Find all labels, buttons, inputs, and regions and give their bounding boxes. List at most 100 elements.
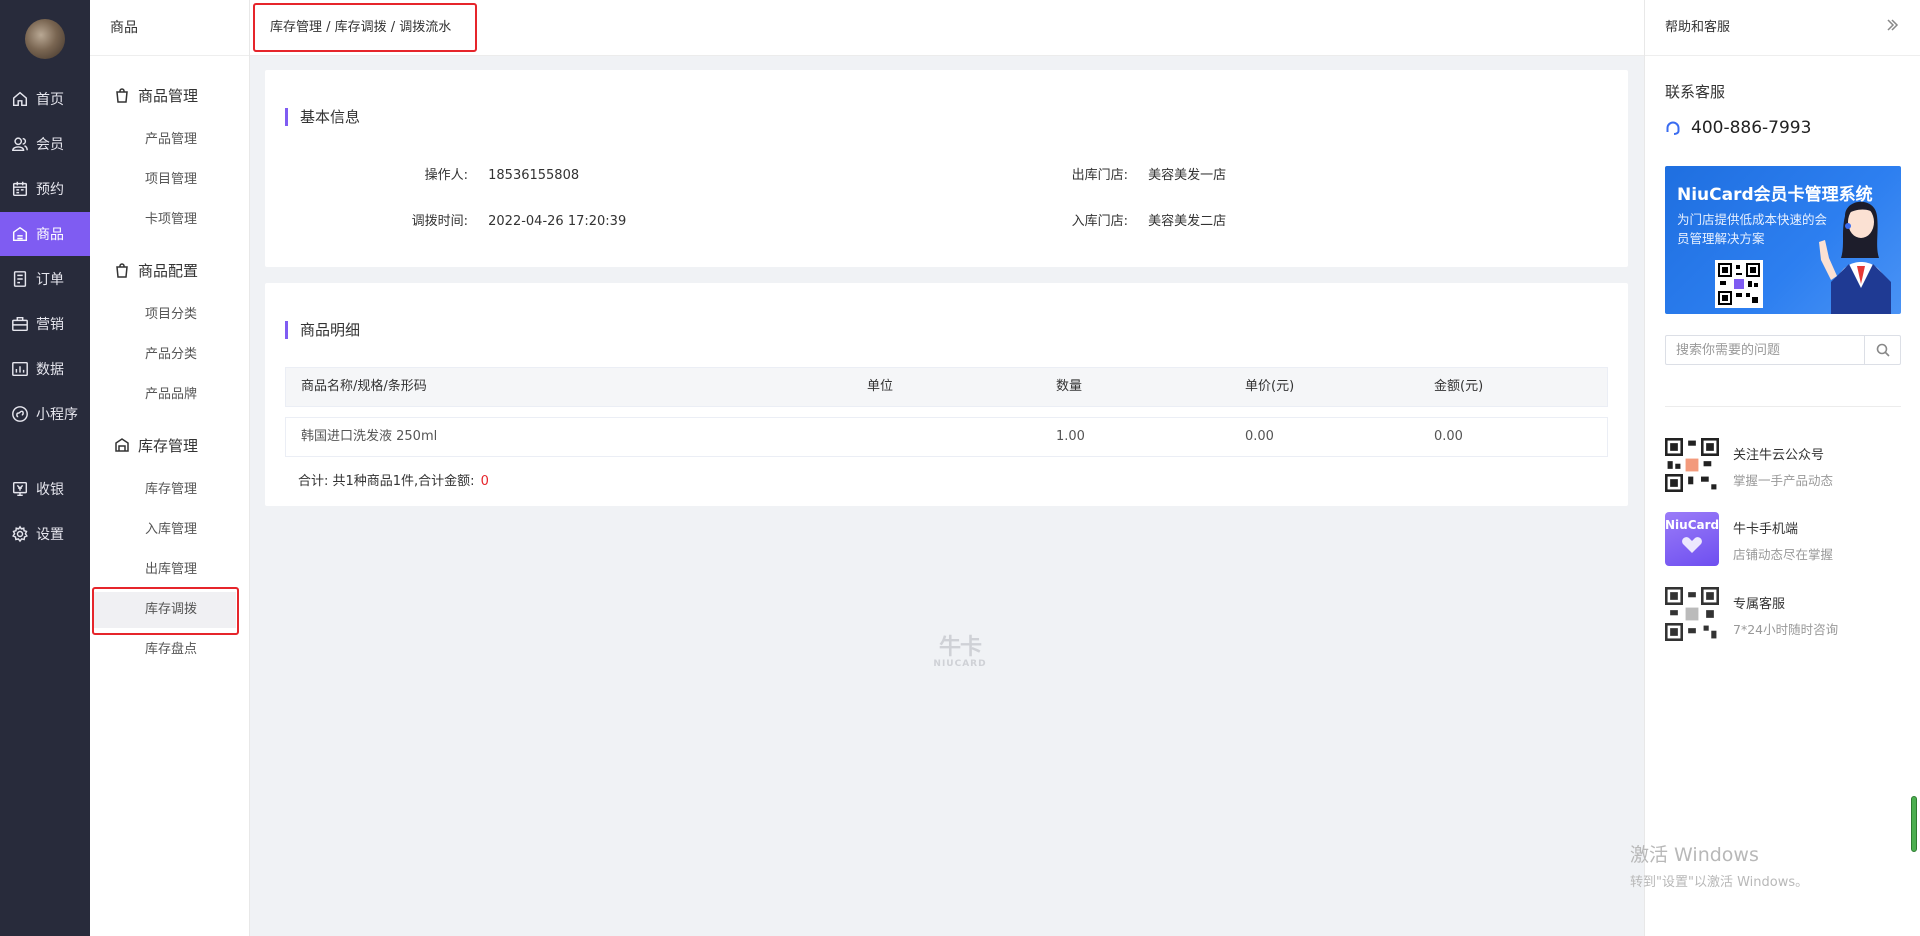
nav-item-booking[interactable]: 预约 [0, 167, 90, 211]
col-header-qty: 数量 [1056, 379, 1083, 394]
nav-item-home[interactable]: 首页 [0, 77, 90, 121]
calendar-icon [10, 179, 30, 199]
panel-divider [1665, 406, 1901, 407]
nav-item-label: 数据 [36, 362, 64, 378]
nav-item-label: 小程序 [36, 407, 78, 423]
banner-qr-code [1715, 260, 1763, 308]
summary-total: 0 [480, 474, 489, 489]
support-qr-code [1665, 587, 1719, 641]
menu-item-project-management[interactable]: 项目管理 [90, 162, 250, 198]
menu-item-project-category[interactable]: 项目分类 [90, 297, 250, 333]
avatar[interactable] [25, 19, 65, 59]
out-store-value: 美容美发一店 [1148, 168, 1227, 183]
basic-info-card: 基本信息 操作人: 18536155808 调拨时间: 2022-04-26 1… [265, 70, 1628, 267]
help-search-button[interactable] [1864, 336, 1900, 364]
promo-banner[interactable]: NiuCard会员卡管理系统 为门店提供低成本快速的会员管理解决方案 [1665, 166, 1901, 314]
support-phone-number: 400-886-7993 [1691, 118, 1812, 138]
menu-item-stock-count[interactable]: 库存盘点 [90, 632, 250, 668]
menu-item-product-brand[interactable]: 产品品牌 [90, 377, 250, 413]
basic-info-title: 基本信息 [285, 108, 360, 126]
dedicated-support-card[interactable]: 专属客服 7*24小时随时咨询 [1665, 587, 1901, 643]
shopping-bag-icon [116, 88, 128, 103]
shop-icon [10, 224, 30, 244]
out-store-label: 出库门店: [1071, 168, 1128, 183]
menu-item-stock-out[interactable]: 出库管理 [90, 552, 250, 588]
summary-label: 合计: 共1种商品1件,合计金额: [298, 474, 475, 489]
windows-activation-watermark: 激活 Windows 转到"设置"以激活 Windows。 [1630, 840, 1808, 890]
support-phone[interactable]: 400-886-7993 [1665, 118, 1811, 138]
watermark-en: NIUCARD [933, 659, 987, 669]
col-header-amount: 金额(元) [1434, 379, 1484, 394]
heart-icon [1682, 537, 1702, 553]
nav-item-members[interactable]: 会员 [0, 122, 90, 166]
qr-code-icon [1665, 587, 1719, 641]
out-store-field: 出库门店: 美容美发一店 [1045, 164, 1227, 183]
double-chevron-right-icon [1887, 19, 1899, 31]
collapse-panel-button[interactable] [1885, 18, 1903, 36]
nav-item-label: 设置 [36, 527, 64, 543]
card-title: 专属客服 [1733, 597, 1786, 612]
members-icon [10, 134, 30, 154]
nav-item-marketing[interactable]: 营销 [0, 302, 90, 346]
nav-item-label: 收银 [36, 482, 64, 498]
transfer-time-label: 调拨时间: [411, 214, 468, 229]
cell-amount: 0.00 [1434, 429, 1463, 444]
submenu-title: 商品 [90, 0, 249, 56]
warehouse-icon [115, 438, 129, 452]
transfer-time-value: 2022-04-26 17:20:39 [488, 214, 627, 229]
nav-item-orders[interactable]: 订单 [0, 257, 90, 301]
col-header-name: 商品名称/规格/条形码 [301, 379, 427, 394]
menu-group-label: 商品管理 [138, 86, 199, 105]
windows-activation-title: 激活 Windows [1630, 844, 1759, 866]
card-title: 关注牛云公众号 [1733, 448, 1825, 463]
marketing-icon [10, 314, 30, 334]
mobile-app-card[interactable]: NiuCard 牛卡手机端 店铺动态尽在掌握 [1665, 512, 1901, 568]
gear-icon [10, 524, 30, 544]
wechat-qr-code [1665, 438, 1719, 492]
nav-item-miniprogram[interactable]: 小程序 [0, 392, 90, 436]
highlight-box-breadcrumb [253, 3, 477, 52]
menu-group-inventory: 库存管理 [90, 427, 250, 463]
card-subtitle: 7*24小时随时咨询 [1733, 622, 1839, 637]
help-search-input[interactable] [1666, 336, 1862, 364]
niucard-watermark-logo: 牛卡 NIUCARD [920, 637, 1000, 670]
order-icon [10, 269, 30, 289]
menu-item-card-management[interactable]: 卡项管理 [90, 202, 250, 238]
nav-item-label: 订单 [36, 272, 64, 288]
nav-item-data[interactable]: 数据 [0, 347, 90, 391]
menu-group-label: 商品配置 [138, 261, 199, 280]
operator-label: 操作人: [424, 168, 468, 183]
cashier-icon [10, 479, 30, 499]
chart-icon [10, 359, 30, 379]
table-header: 商品名称/规格/条形码 单位 数量 单价(元) 金额(元) [285, 367, 1608, 407]
menu-item-product-category[interactable]: 产品分类 [90, 337, 250, 373]
windows-activation-subtitle: 转到"设置"以激活 Windows。 [1630, 875, 1809, 890]
menu-item-inventory-management[interactable]: 库存管理 [90, 472, 250, 508]
operator-field: 操作人: 18536155808 [385, 164, 580, 183]
highlight-box-menu [92, 587, 239, 635]
col-header-price: 单价(元) [1245, 379, 1295, 394]
goods-detail-card: 商品明细 商品名称/规格/条形码 单位 数量 单价(元) 金额(元) 韩国进口洗… [265, 283, 1628, 506]
in-store-field: 入库门店: 美容美发二店 [1045, 210, 1227, 229]
menu-group-goods-config: 商品配置 [90, 252, 250, 288]
contact-title: 联系客服 [1665, 83, 1726, 101]
nav-item-label: 首页 [36, 92, 64, 108]
search-icon [1876, 343, 1890, 357]
nav-item-cashier[interactable]: 收银 [0, 467, 90, 511]
help-panel: 帮助和客服 联系客服 400-886-7993 NiuCard会员卡管理系统 为… [1644, 0, 1920, 936]
card-title: 牛卡手机端 [1733, 522, 1799, 537]
nav-item-goods[interactable]: 商品 [0, 212, 90, 256]
goods-detail-title: 商品明细 [285, 321, 360, 339]
nav-item-label: 商品 [36, 227, 64, 243]
transfer-time-field: 调拨时间: 2022-04-26 17:20:39 [385, 210, 627, 229]
secondary-menu: 商品 商品管理 产品管理 项目管理 卡项管理 商品配置 项目分类 产品分类 产品… [90, 0, 250, 936]
menu-item-product-management[interactable]: 产品管理 [90, 122, 250, 158]
qr-code-icon [1718, 263, 1760, 305]
nav-item-label: 营销 [36, 317, 64, 333]
nav-item-settings[interactable]: 设置 [0, 512, 90, 556]
menu-item-stock-in[interactable]: 入库管理 [90, 512, 250, 548]
scroll-indicator[interactable] [1911, 796, 1917, 852]
wechat-official-card[interactable]: 关注牛云公众号 掌握一手产品动态 [1665, 438, 1901, 494]
miniprogram-icon [10, 404, 30, 424]
customer-service-illustration [1819, 201, 1891, 314]
